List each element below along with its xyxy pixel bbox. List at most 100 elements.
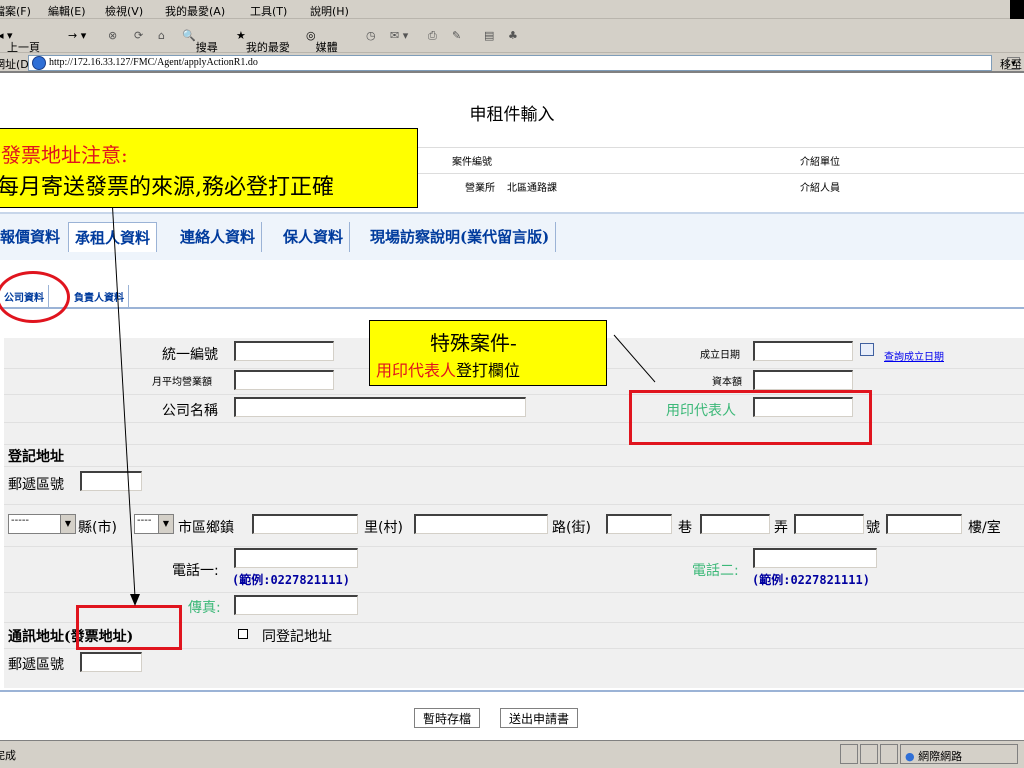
menu-edit[interactable]: 編輯(E): [48, 3, 86, 19]
chevron-down-icon: ▼: [60, 515, 75, 533]
url-input[interactable]: http://172.16.33.127/FMC/Agent/applyActi…: [28, 55, 1020, 71]
number-label: 號: [866, 520, 880, 536]
city-select[interactable]: ---- ▼: [134, 514, 174, 534]
status-text: 完成: [0, 749, 16, 762]
capital-input[interactable]: [753, 370, 853, 390]
alley-input[interactable]: [794, 514, 864, 534]
submit-button[interactable]: 送出申請書: [500, 708, 579, 728]
zip-label: 郵遞區號: [8, 477, 64, 493]
district-input[interactable]: [252, 514, 358, 534]
number-input[interactable]: [886, 514, 962, 534]
tab-guarantor[interactable]: 保人資料: [277, 222, 351, 252]
menu-view[interactable]: 檢視(V): [105, 3, 143, 19]
lane-input[interactable]: [700, 514, 770, 534]
office-label: 營業所: [465, 183, 495, 194]
menu-tools[interactable]: 工具(T): [250, 3, 287, 19]
messenger-icon[interactable]: ♣: [508, 29, 518, 42]
forward-button[interactable]: → ▾: [68, 29, 86, 42]
case-no-label: 案件編號: [452, 157, 492, 168]
phone2-label: 電話二:: [692, 563, 739, 579]
edit-icon[interactable]: ✎: [452, 29, 461, 42]
fax-input[interactable]: [234, 595, 358, 615]
established-date-label: 成立日期: [700, 350, 740, 361]
media-button[interactable]: ◎ 媒體: [306, 29, 338, 54]
phone1-label: 電話一:: [172, 563, 219, 579]
menu-bar: 檔案(F) 編輯(E) 檢視(V) 我的最愛(A) 工具(T) 說明(H): [0, 0, 1024, 19]
road-input[interactable]: [606, 514, 672, 534]
invoice-callout-title: 發票地址注意:: [1, 143, 128, 167]
calendar-icon[interactable]: [860, 343, 874, 356]
back-button[interactable]: ◂ 上一頁 ▾: [0, 29, 40, 54]
highlight-ellipse: [0, 271, 70, 323]
home-icon[interactable]: ⌂: [158, 29, 165, 42]
company-name-label: 公司名稱: [162, 403, 218, 419]
special-case-callout: 特殊案件- 用印代表人登打欄位: [369, 320, 607, 386]
zip2-input[interactable]: [80, 652, 142, 672]
save-button[interactable]: 暫時存檔: [414, 708, 481, 728]
company-name-input[interactable]: [234, 397, 526, 417]
history-icon[interactable]: ◷: [366, 29, 376, 42]
tab-contact[interactable]: 連絡人資料: [174, 222, 263, 252]
mail-address-highlight: [76, 605, 182, 650]
window-corner: [1010, 0, 1024, 19]
invoice-callout-body: 每月寄送發票的來源,務必登打正確: [0, 175, 334, 200]
office-value: 北區通路課: [507, 183, 557, 194]
tab-quote[interactable]: 報價資料: [0, 222, 66, 252]
alley-label: 弄: [774, 520, 788, 536]
zip-input[interactable]: [80, 471, 142, 491]
toolbar: ◂ 上一頁 ▾ → ▾ ⊗ ⟳ ⌂ 🔍 搜尋 ★ 我的最愛 ◎ 媒體 ◷ ✉ ▾ ⎙ …: [0, 19, 1024, 54]
zip2-label: 郵遞區號: [8, 657, 64, 673]
seal-rep-highlight: [629, 390, 872, 445]
ie-page-icon: [32, 56, 46, 70]
tax-id-label: 統一編號: [162, 347, 218, 363]
road-label: 路(街): [552, 520, 591, 536]
established-date-input[interactable]: [753, 341, 853, 361]
query-established-date-link[interactable]: 查詢成立日期: [884, 348, 944, 363]
same-as-reg-label: 同登記地址: [262, 629, 332, 645]
referrer-label: 介紹人員: [800, 183, 840, 194]
menu-help[interactable]: 說明(H): [310, 3, 349, 19]
phone1-input[interactable]: [234, 548, 358, 568]
search-button[interactable]: 🔍 搜尋: [182, 29, 218, 54]
lane-label: 巷: [678, 520, 692, 536]
menu-favorites[interactable]: 我的最愛(A): [165, 3, 225, 19]
main-tabs: 報價資料 承租人資料 連絡人資料 保人資料 現場訪察說明(業代留言版): [0, 212, 1024, 260]
capital-label: 資本額: [712, 377, 742, 388]
same-as-reg-checkbox[interactable]: [238, 629, 248, 639]
referral-unit-label: 介紹單位: [800, 157, 840, 168]
globe-icon: ●: [905, 750, 915, 763]
status-bar: 完成 ● 網際網路: [0, 740, 1024, 768]
special-callout-rest: 登打欄位: [456, 361, 521, 380]
tax-id-input[interactable]: [234, 341, 334, 361]
menu-file[interactable]: 檔案(F): [0, 3, 31, 19]
go-button[interactable]: 移至: [1000, 56, 1022, 72]
favorites-button[interactable]: ★ 我的最愛: [236, 29, 290, 54]
chevron-down-icon: ▼: [158, 515, 173, 533]
village-input[interactable]: [414, 514, 548, 534]
village-label: 里(村): [364, 520, 403, 536]
floor-label: 樓/室: [968, 520, 1001, 536]
sub-tabs: 公司資料 負責人資料: [0, 283, 1024, 309]
subtab-owner[interactable]: 負責人資料: [70, 285, 129, 307]
tab-lessee[interactable]: 承租人資料: [68, 222, 158, 252]
county-select[interactable]: ----- ▼: [8, 514, 76, 534]
county-label: 縣(市): [78, 520, 117, 536]
refresh-icon[interactable]: ⟳: [134, 29, 143, 42]
monthly-revenue-label: 月平均營業額: [152, 377, 212, 388]
fax-label: 傳真:: [188, 600, 221, 616]
zone-indicator: ● 網際網路: [900, 744, 1018, 764]
stop-icon[interactable]: ⊗: [108, 29, 117, 42]
print-icon[interactable]: ⎙: [428, 29, 437, 43]
invoice-address-callout: 發票地址注意: 每月寄送發票的來源,務必登打正確: [0, 128, 418, 208]
tab-site-visit[interactable]: 現場訪察說明(業代留言版): [364, 222, 557, 252]
special-callout-red: 用印代表人: [376, 361, 457, 380]
phone1-example: (範例:0227821111): [232, 573, 350, 587]
reg-address-title: 登記地址: [8, 449, 64, 465]
phone2-input[interactable]: [753, 548, 877, 568]
action-bar: 暫時存檔 送出申請書: [0, 690, 1024, 728]
discuss-icon[interactable]: ▤: [484, 29, 494, 42]
monthly-revenue-input[interactable]: [234, 370, 334, 390]
district-label: 市區鄉鎮: [178, 520, 234, 536]
mail-icon[interactable]: ✉ ▾: [390, 29, 408, 42]
address-bar: 網址(D) http://172.16.33.127/FMC/Agent/app…: [0, 53, 1024, 73]
